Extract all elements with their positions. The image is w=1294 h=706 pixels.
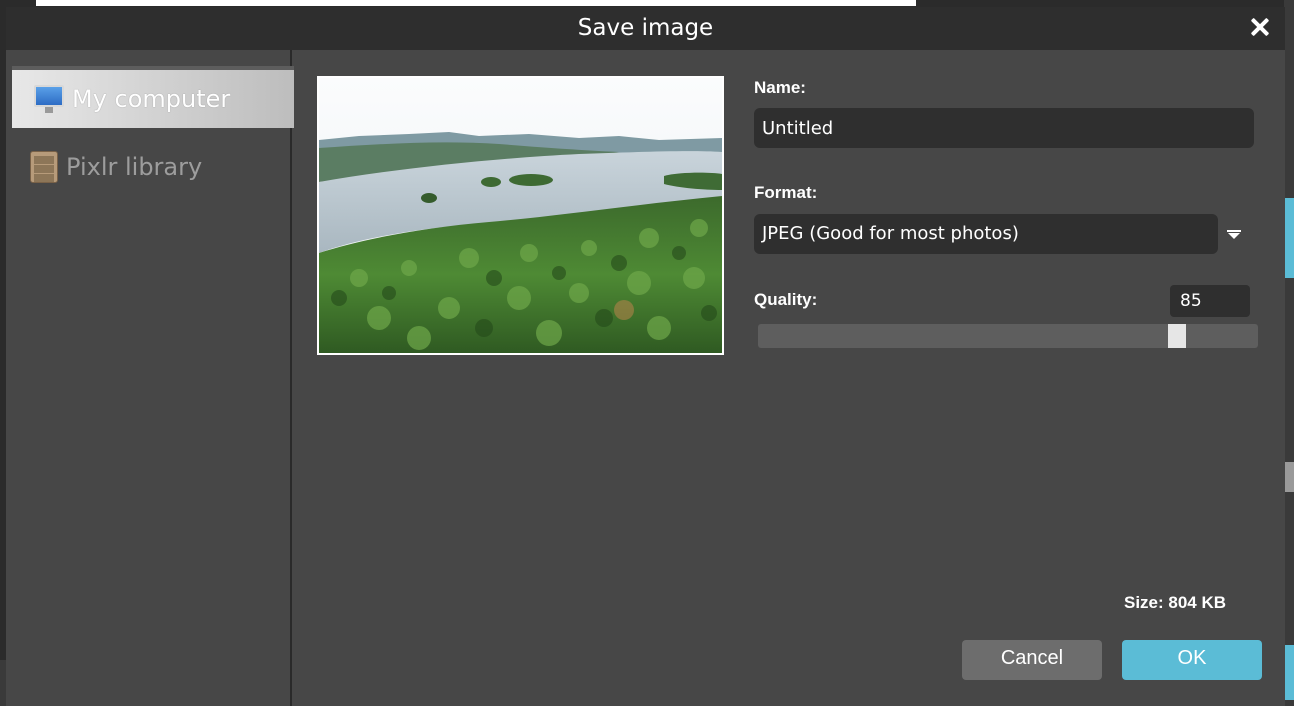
quality-slider-handle[interactable] (1168, 324, 1186, 348)
chevron-down-icon-bar (1227, 230, 1241, 232)
background-app-button (1284, 198, 1294, 278)
background-app-control (1284, 462, 1294, 492)
save-image-dialog: Save image My computer Pixlr library Nam… (6, 7, 1285, 706)
cabinet-icon (30, 151, 58, 183)
dialog-titlebar: Save image (6, 7, 1285, 50)
name-input[interactable] (754, 108, 1254, 148)
cancel-button[interactable]: Cancel (962, 640, 1102, 680)
format-label: Format: (754, 183, 818, 202)
name-label: Name: (754, 78, 806, 97)
background-app-panel (1284, 0, 1294, 706)
sidebar-item-pixlr-library[interactable]: Pixlr library (12, 136, 294, 198)
save-location-sidebar: My computer Pixlr library (6, 50, 294, 706)
sidebar-item-label: My computer (72, 85, 231, 113)
quality-value-field[interactable]: 85 (1170, 285, 1250, 317)
quality-label: Quality: (754, 290, 818, 309)
file-size-label: Size: 804 KB (1124, 593, 1227, 612)
background-app-strip (36, 0, 916, 6)
sidebar-item-label: Pixlr library (66, 153, 203, 181)
close-icon[interactable] (1249, 16, 1271, 38)
sidebar-item-my-computer[interactable]: My computer (12, 66, 294, 128)
format-select[interactable]: JPEG (Good for most photos) (754, 214, 1218, 254)
chevron-down-icon[interactable] (1228, 233, 1240, 239)
background-app-button (1284, 645, 1294, 700)
image-preview (317, 76, 724, 355)
monitor-icon (34, 85, 64, 113)
quality-slider[interactable] (758, 324, 1258, 348)
ok-button[interactable]: OK (1122, 640, 1262, 680)
dialog-title: Save image (577, 15, 714, 41)
